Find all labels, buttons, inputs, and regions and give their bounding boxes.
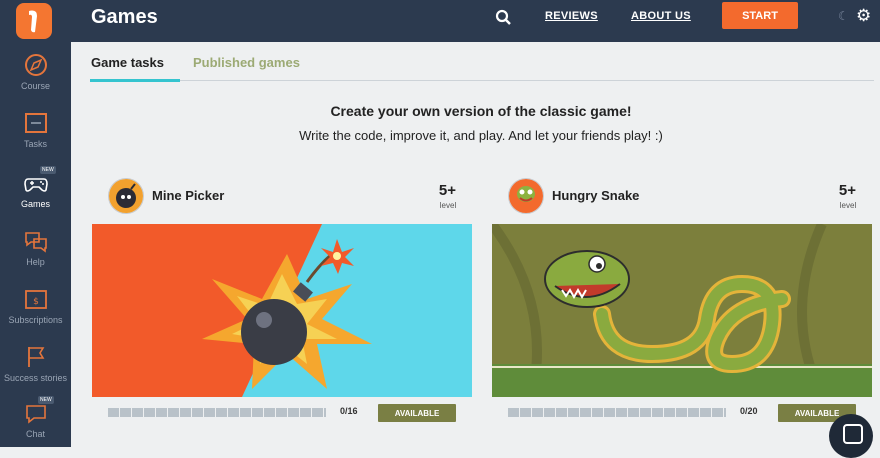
- mine-picker-artwork: [92, 224, 472, 397]
- new-badge: NEW: [40, 166, 56, 174]
- reviews-link[interactable]: REVIEWS: [545, 10, 598, 22]
- sidebar-item-label: Help: [26, 257, 45, 267]
- progress-bar: [508, 408, 726, 417]
- sidebar-item-label: Course: [20, 81, 50, 91]
- new-badge: NEW: [38, 396, 54, 404]
- available-button[interactable]: AVAILABLE: [378, 404, 456, 422]
- game-title: Hungry Snake: [552, 188, 640, 203]
- age-value: 5+: [438, 182, 456, 199]
- help-icon: [23, 228, 49, 254]
- progress-count: 0/16: [340, 406, 358, 416]
- game-card-mine-picker[interactable]: Mine Picker 5+ level 0/16 AVAILABLE: [92, 168, 477, 434]
- sidebar-item-success-stories[interactable]: Success stories: [0, 344, 71, 383]
- snake-avatar-icon: [508, 178, 544, 214]
- game-title: Mine Picker: [152, 188, 225, 203]
- game-card-hungry-snake[interactable]: Hungry Snake 5+ level 0/20 AVAILABLE: [492, 168, 877, 434]
- intro-subtitle: Write the code, improve it, and play. An…: [299, 128, 663, 143]
- intro-title: Create your own version of the classic g…: [330, 103, 632, 119]
- tab-published-games[interactable]: Published games: [193, 55, 300, 70]
- tab-game-tasks[interactable]: Game tasks: [91, 55, 164, 70]
- message-icon: [843, 424, 863, 444]
- svg-text:$: $: [33, 297, 39, 307]
- page-title: Games: [91, 6, 158, 28]
- sidebar-item-course[interactable]: Course: [0, 52, 71, 91]
- search-icon[interactable]: [495, 9, 513, 27]
- gear-icon[interactable]: ⚙: [856, 6, 871, 26]
- start-button[interactable]: START: [722, 2, 798, 29]
- sidebar-item-games[interactable]: Games NEW: [0, 166, 71, 209]
- sidebar-item-label: Subscriptions: [8, 315, 63, 325]
- hungry-snake-artwork: [492, 224, 872, 397]
- moon-icon[interactable]: ☾: [838, 9, 849, 23]
- age-label: level: [839, 201, 857, 210]
- top-bar: Games REVIEWS ABOUT US START ☾ ⚙: [0, 0, 880, 42]
- support-chat-button[interactable]: [829, 414, 873, 458]
- active-tab-indicator: [90, 79, 180, 82]
- age-label: level: [439, 201, 457, 210]
- bomb-avatar-icon: [108, 178, 144, 214]
- compass-icon: [23, 52, 49, 78]
- progress-count: 0/20: [740, 406, 758, 416]
- sidebar-item-label: Games: [20, 199, 50, 209]
- sidebar-item-subscriptions[interactable]: $ Subscriptions: [0, 286, 71, 325]
- subscription-icon: $: [23, 286, 49, 312]
- age-value: 5+: [838, 182, 856, 199]
- sidebar-item-label: Success stories: [3, 373, 68, 383]
- flag-icon: [23, 344, 49, 370]
- progress-bar: [108, 408, 326, 417]
- sidebar-item-chat[interactable]: Chat NEW: [0, 396, 71, 439]
- tab-divider: [90, 80, 874, 81]
- sidebar-item-label: Chat: [25, 429, 45, 439]
- about-us-link[interactable]: ABOUT US: [631, 10, 691, 22]
- logo-icon[interactable]: [16, 3, 52, 39]
- sidebar-item-help[interactable]: Help: [0, 228, 71, 267]
